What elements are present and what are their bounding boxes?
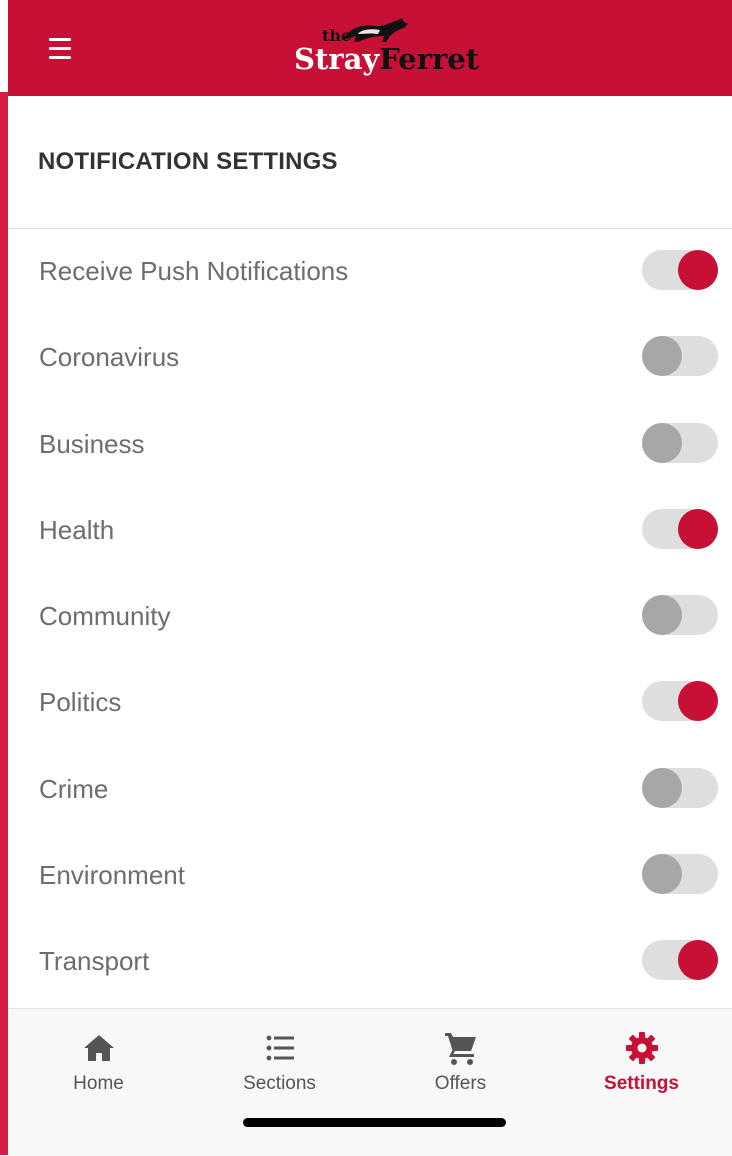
community-toggle[interactable] (642, 595, 718, 636)
top-app-bar: the StrayFerret (8, 0, 732, 96)
setting-label: Coronavirus (39, 342, 180, 373)
tab-sections[interactable]: Sections (189, 1009, 370, 1109)
toggle-knob (642, 422, 682, 463)
setting-label: Business (39, 428, 145, 459)
toggle-knob (642, 854, 682, 895)
tab-offers-label: Offers (434, 1073, 487, 1094)
app-logo: the StrayFerret (284, 14, 479, 80)
tab-settings[interactable]: Settings (551, 1009, 732, 1109)
tab-home-label: Home (73, 1073, 124, 1094)
tab-sections-label: Sections (243, 1073, 316, 1094)
toggle-knob (642, 767, 682, 808)
settings-list: Receive Push Notifications Coronavirus B… (8, 228, 732, 1005)
setting-label: Crime (39, 773, 109, 804)
coronavirus-toggle[interactable] (642, 336, 718, 377)
toggle-knob (678, 508, 718, 549)
cart-icon (445, 1033, 476, 1065)
logo-word-ferret: Ferret (379, 42, 480, 76)
logo-wordmark: StrayFerret (294, 42, 479, 76)
setting-row: Community (8, 573, 732, 659)
setting-label: Community (39, 601, 171, 632)
toggle-knob (678, 250, 718, 290)
health-toggle[interactable] (642, 508, 718, 549)
gear-icon (626, 1032, 658, 1064)
home-icon (84, 1035, 114, 1061)
setting-row: Health (8, 487, 732, 573)
tab-offers[interactable]: Offers (370, 1009, 551, 1109)
page-title: NOTIFICATION SETTINGS (38, 148, 338, 175)
setting-row: Coronavirus (8, 314, 732, 400)
setting-row: Politics (8, 659, 732, 745)
section-header: NOTIFICATION SETTINGS (8, 96, 732, 229)
setting-label: Health (39, 514, 115, 545)
list-icon (266, 1035, 294, 1061)
setting-label: Environment (39, 860, 185, 891)
setting-label: Receive Push Notifications (39, 256, 349, 286)
home-indicator[interactable] (243, 1118, 506, 1127)
transport-toggle[interactable] (642, 940, 718, 981)
setting-label: Transport (39, 946, 150, 977)
setting-label: Politics (39, 687, 122, 718)
setting-row: Receive Push Notifications (8, 228, 732, 314)
toggle-knob (678, 940, 718, 981)
tab-home[interactable]: Home (8, 1009, 189, 1109)
environment-toggle[interactable] (642, 854, 718, 895)
crime-toggle[interactable] (642, 767, 718, 808)
logo-word-stray: Stray (294, 42, 380, 76)
setting-row: Environment (8, 832, 732, 918)
bottom-tab-bar: Home Sections Offers Settings (8, 1008, 732, 1156)
toggle-knob (642, 595, 682, 636)
politics-toggle[interactable] (642, 681, 718, 722)
setting-row: Business (8, 401, 732, 487)
receive-push-toggle[interactable] (642, 250, 718, 290)
business-toggle[interactable] (642, 422, 718, 463)
toggle-knob (678, 681, 718, 722)
hamburger-icon[interactable] (38, 30, 82, 66)
setting-row: Transport (8, 918, 732, 1004)
setting-row: Crime (8, 746, 732, 832)
tab-settings-label: Settings (604, 1073, 679, 1094)
left-edge-accent (0, 92, 8, 1155)
